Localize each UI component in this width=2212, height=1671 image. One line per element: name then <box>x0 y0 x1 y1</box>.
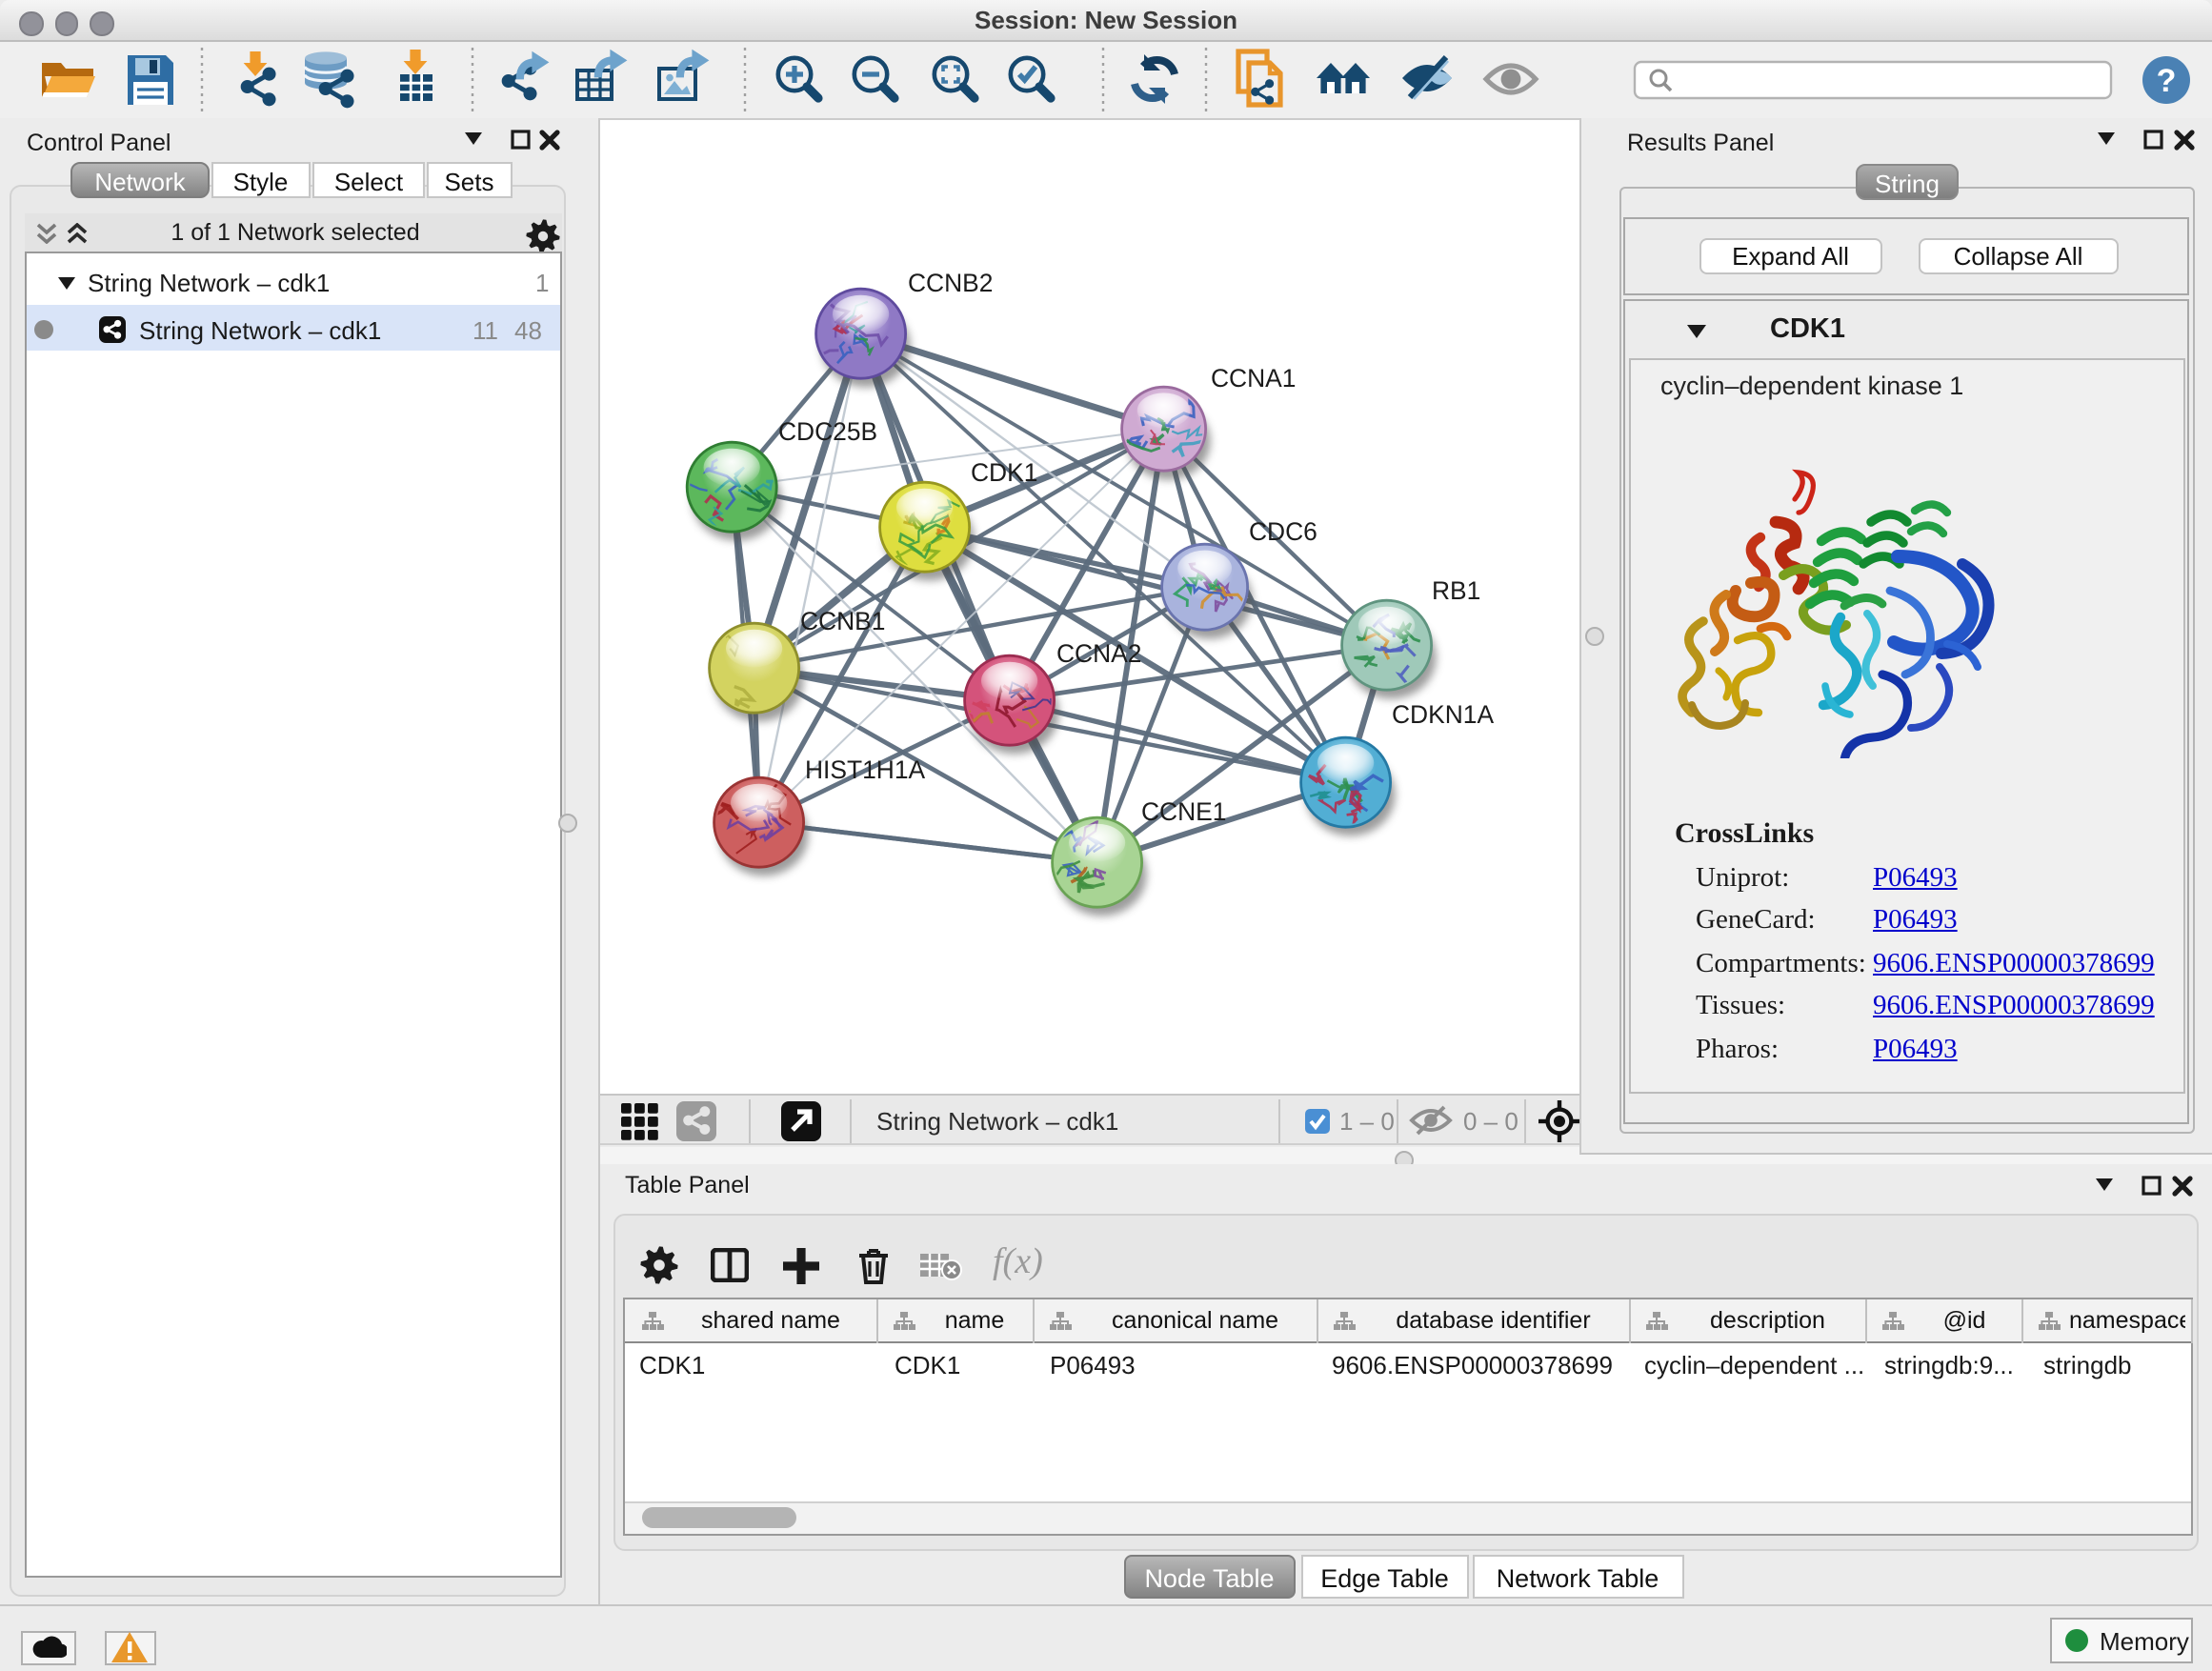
svg-text:CCNB1: CCNB1 <box>800 607 885 635</box>
svg-text:CCNA1: CCNA1 <box>1211 364 1296 393</box>
svg-text:CDC6: CDC6 <box>1249 517 1317 546</box>
svg-text:CDKN1A: CDKN1A <box>1392 700 1494 729</box>
svg-text:CDC25B: CDC25B <box>778 417 877 446</box>
svg-text:HIST1H1A: HIST1H1A <box>805 755 926 784</box>
svg-text:?: ? <box>2157 63 2177 99</box>
svg-text:CCNE1: CCNE1 <box>1141 797 1226 826</box>
svg-text:CCNB2: CCNB2 <box>908 269 993 297</box>
svg-text:RB1: RB1 <box>1432 576 1480 605</box>
svg-text:CDK1: CDK1 <box>971 458 1037 487</box>
svg-text:CCNA2: CCNA2 <box>1056 639 1141 668</box>
